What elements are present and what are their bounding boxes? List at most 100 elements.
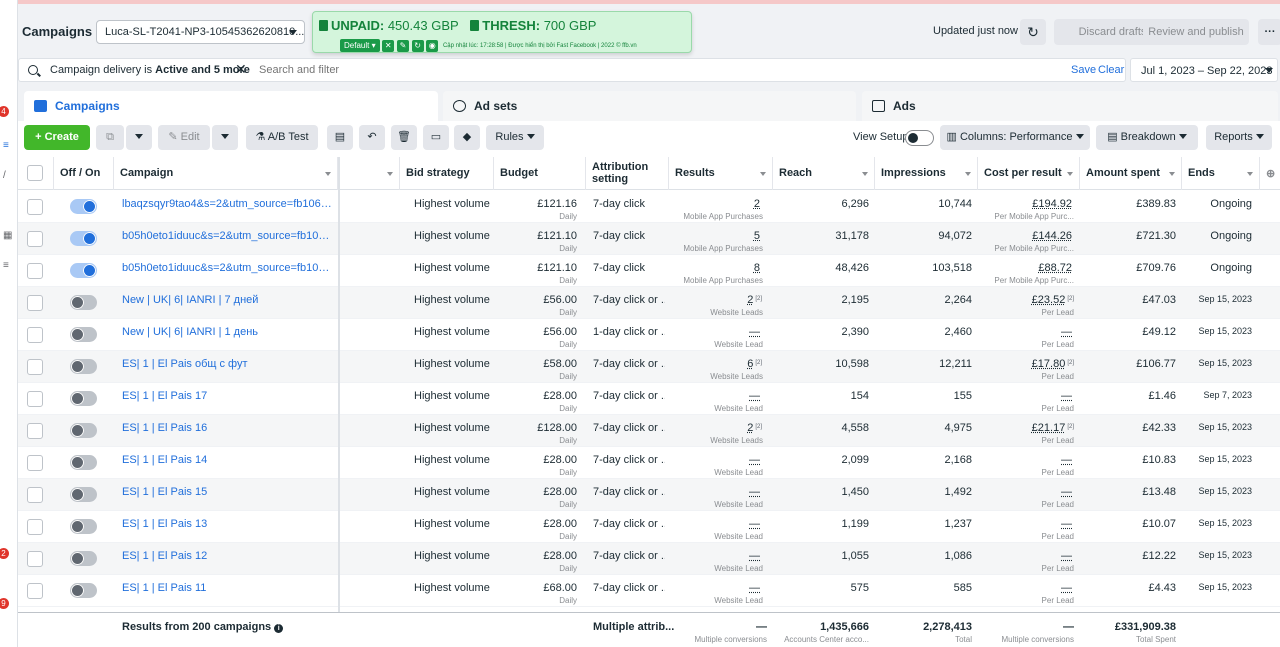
delete-button[interactable]: 🗑: [391, 125, 417, 150]
campaign-toggle[interactable]: [70, 263, 97, 278]
tab-campaigns[interactable]: Campaigns: [24, 91, 438, 121]
col-reach[interactable]: Reach: [773, 157, 875, 190]
rules-button[interactable]: Rules: [486, 125, 544, 150]
row-checkbox[interactable]: [27, 423, 43, 439]
campaign-name-link[interactable]: ES| 1 | El Pais общ с фут: [122, 358, 332, 370]
campaign-toggle[interactable]: [70, 199, 97, 214]
refresh-button[interactable]: ↻: [1020, 19, 1046, 45]
campaign-toggle[interactable]: [70, 487, 97, 502]
edit-icon[interactable]: ✎: [396, 39, 409, 52]
account-selector[interactable]: Luca-SL-T2041-NP3-10545362620810...: [96, 20, 305, 44]
row-checkbox[interactable]: [27, 359, 43, 375]
col-delivery[interactable]: [340, 157, 400, 190]
campaign-name-link[interactable]: ES| 1 | El Pais 12: [122, 550, 332, 562]
tag-button[interactable]: ◆: [454, 125, 480, 150]
table-row[interactable]: b05h0eto1iduuc&s=2&utm_source=fb106409..…: [18, 255, 1280, 287]
columns-button[interactable]: ▥ Columns: Performance: [940, 125, 1090, 150]
table-row[interactable]: ES| 1 | El Pais 16 Highest volume £128.00 D…: [18, 415, 1280, 447]
eye-icon[interactable]: ◉: [426, 39, 439, 52]
menu-nav-icon[interactable]: ≡: [3, 260, 9, 271]
col-bid-strategy[interactable]: Bid strategy: [400, 157, 494, 190]
budget-cell[interactable]: £28.00: [494, 454, 577, 466]
undo-button[interactable]: ↶: [359, 125, 385, 150]
row-checkbox[interactable]: [27, 519, 43, 535]
budget-cell[interactable]: £121.10: [494, 262, 577, 274]
table-row[interactable]: b05h0eto1iduuc&s=2&utm_source=fb106409..…: [18, 223, 1280, 255]
row-checkbox[interactable]: [27, 327, 43, 343]
campaign-name-link[interactable]: New | UK| 6| IANRI | 7 дней: [122, 294, 332, 306]
grid-nav-icon[interactable]: ▦: [3, 230, 12, 241]
refresh-icon[interactable]: ↻: [411, 39, 424, 52]
table-row[interactable]: New | UK| 6| IANRI | 7 дней Highest volum…: [18, 287, 1280, 319]
col-results[interactable]: Results: [669, 157, 773, 190]
campaign-name-link[interactable]: ES| 1 | El Pais 17: [122, 390, 332, 402]
campaign-name-link[interactable]: lbaqzsqyr9tao4&s=2&utm_source=fb106411..…: [122, 198, 332, 210]
campaign-name-link[interactable]: ES| 1 | El Pais 14: [122, 454, 332, 466]
duplicate-button[interactable]: ⧉: [96, 125, 124, 150]
filter-chip[interactable]: Campaign delivery is Active and 5 more: [50, 64, 250, 76]
campaign-name-link[interactable]: ES| 1 | El Pais 16: [122, 422, 332, 434]
more-options-button[interactable]: ···: [1258, 19, 1280, 45]
row-checkbox[interactable]: [27, 391, 43, 407]
campaign-toggle[interactable]: [70, 455, 97, 470]
col-attribution[interactable]: Attribution setting: [586, 157, 669, 190]
close-icon[interactable]: ✕: [382, 39, 395, 52]
row-checkbox[interactable]: [27, 199, 43, 215]
close-icon[interactable]: ✕: [235, 61, 247, 78]
preview-button[interactable]: ▭: [423, 125, 449, 150]
add-column-icon[interactable]: ⊕: [1260, 157, 1280, 190]
edit-button[interactable]: ✎ Edit: [158, 125, 210, 150]
search-input[interactable]: [259, 62, 959, 78]
campaign-toggle[interactable]: [70, 327, 97, 342]
budget-cell[interactable]: £121.16: [494, 198, 577, 210]
table-row[interactable]: ES| 1 | El Pais общ с фут Highest volume £…: [18, 351, 1280, 383]
table-row[interactable]: ES| 1 | El Pais 13 Highest volume £28.00 Da…: [18, 511, 1280, 543]
row-checkbox[interactable]: [27, 583, 43, 599]
campaign-toggle[interactable]: [70, 359, 97, 374]
tab-adsets[interactable]: Ad sets: [443, 91, 856, 121]
breakdown-button[interactable]: ▤ Breakdown: [1096, 125, 1198, 150]
table-row[interactable]: New | UK| 6| IANRI | 1 день Highest volum…: [18, 319, 1280, 351]
budget-cell[interactable]: £58.00: [494, 358, 577, 370]
budget-cell[interactable]: £56.00: [494, 294, 577, 306]
create-button[interactable]: + Create: [24, 125, 90, 150]
row-checkbox[interactable]: [27, 295, 43, 311]
campaigns-nav-icon[interactable]: ≡: [3, 140, 9, 151]
table-row[interactable]: ES| 1 | El Pais 14 Highest volume £28.00 Da…: [18, 447, 1280, 479]
campaign-toggle[interactable]: [70, 423, 97, 438]
budget-cell[interactable]: £28.00: [494, 390, 577, 402]
col-amount-spent[interactable]: Amount spent: [1080, 157, 1182, 190]
campaign-toggle[interactable]: [70, 583, 97, 598]
tab-ads[interactable]: Ads: [862, 91, 1278, 121]
budget-cell[interactable]: £28.00: [494, 486, 577, 498]
campaign-toggle[interactable]: [70, 295, 97, 310]
campaign-name-link[interactable]: b05h0eto1iduuc&s=2&utm_source=fb106409..…: [122, 230, 332, 242]
campaign-toggle[interactable]: [70, 391, 97, 406]
ab-test-button[interactable]: ⚗ A/B Test: [246, 125, 318, 150]
col-impressions[interactable]: Impressions: [875, 157, 978, 190]
reports-button[interactable]: Reports: [1206, 125, 1272, 150]
col-off-on[interactable]: Off / On: [54, 157, 114, 190]
campaign-name-link[interactable]: b05h0eto1iduuc&s=2&utm_source=fb106409..…: [122, 262, 332, 274]
budget-cell[interactable]: £128.00: [494, 422, 577, 434]
row-checkbox[interactable]: [27, 231, 43, 247]
row-checkbox[interactable]: [27, 455, 43, 471]
campaign-name-link[interactable]: ES| 1 | El Pais 13: [122, 518, 332, 530]
table-row[interactable]: ES| 1 | El Pais 15 Highest volume £28.00 Da…: [18, 479, 1280, 511]
view-setup-toggle[interactable]: [905, 130, 934, 146]
info-icon[interactable]: i: [274, 624, 284, 633]
budget-cell[interactable]: £56.00: [494, 326, 577, 338]
review-publish-button[interactable]: Review and publish: [1143, 19, 1249, 45]
clipboard-button[interactable]: ▤: [327, 125, 353, 150]
save-filter-link[interactable]: Save: [1071, 64, 1096, 76]
table-row[interactable]: ES| 1 | El Pais 17 Highest volume £28.00 Da…: [18, 383, 1280, 415]
row-checkbox[interactable]: [27, 551, 43, 567]
table-row[interactable]: lbaqzsqyr9tao4&s=2&utm_source=fb106411..…: [18, 191, 1280, 223]
edit-menu-button[interactable]: [212, 125, 238, 150]
campaign-toggle[interactable]: [70, 551, 97, 566]
budget-cell[interactable]: £68.00: [494, 582, 577, 594]
budget-cell[interactable]: £28.00: [494, 550, 577, 562]
select-all-checkbox[interactable]: [27, 165, 43, 181]
table-row[interactable]: ES| 1 | El Pais 11 Highest volume £68.00 Da…: [18, 575, 1280, 607]
col-cost-per-result[interactable]: Cost per result: [978, 157, 1080, 190]
